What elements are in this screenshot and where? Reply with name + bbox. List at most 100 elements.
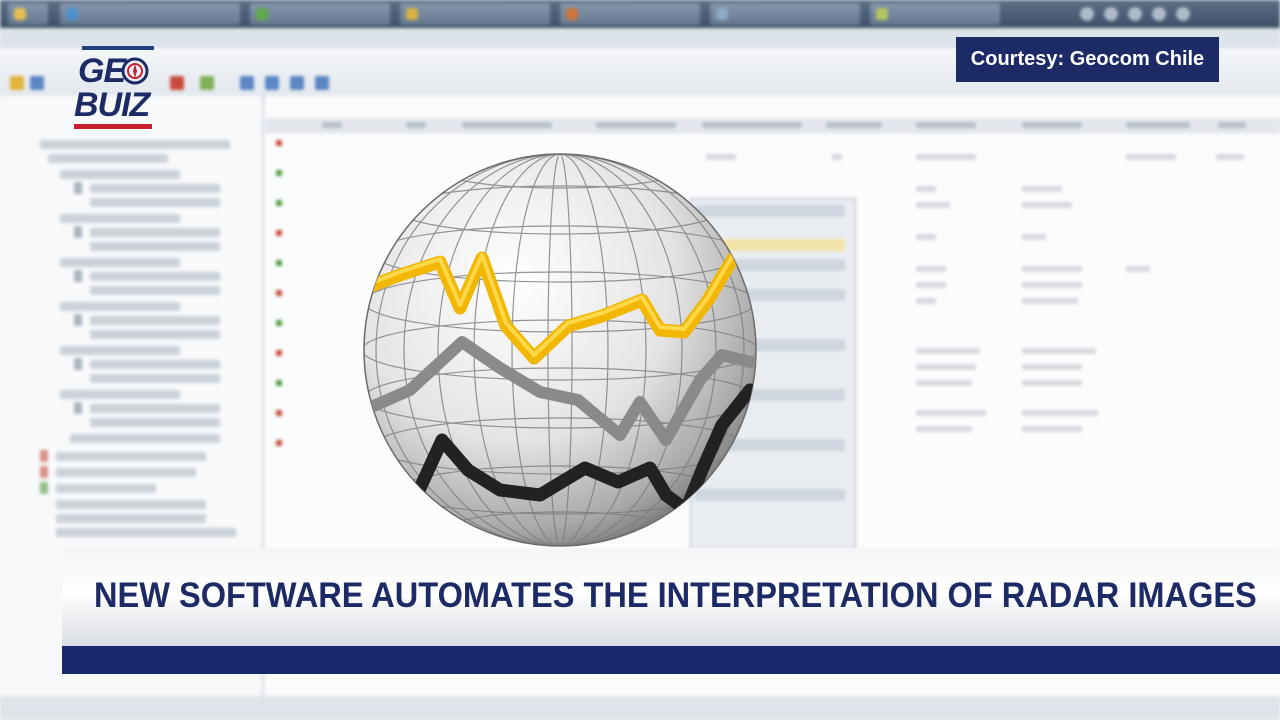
table-cell [1022,266,1082,272]
tree-row [60,258,180,267]
table-col [462,122,552,128]
table-col [596,122,676,128]
table-cell [916,380,972,386]
table-cell [1022,186,1062,192]
headline-banner: NEW SOFTWARE AUTOMATES THE INTERPRETATIO… [62,548,1280,646]
tree-row [90,198,220,207]
table-col [406,122,426,128]
headline-text: NEW SOFTWARE AUTOMATES THE INTERPRETATIO… [94,576,1257,615]
table-cell [916,426,972,432]
taskbar-app-4 [560,3,700,25]
table-col [826,122,882,128]
row-marker [276,170,282,176]
tray-icon [1152,7,1166,21]
courtesy-badge: Courtesy: Geocom Chile [956,37,1219,82]
table-col [1022,122,1082,128]
toolbar-icon [290,76,304,90]
table-col [702,122,802,128]
tree-row [90,418,220,427]
table-header [266,118,1280,133]
tree-row [90,286,220,295]
tree-row [90,360,220,369]
tree-row [56,484,156,493]
table-cell [916,348,980,354]
table-cell [1216,154,1244,160]
tray-icon [1104,7,1118,21]
tree-row [56,468,196,477]
tree-row [90,316,220,325]
row-marker [276,440,282,446]
taskbar-app-1 [60,3,240,25]
tree-row [90,374,220,383]
tree-row [40,140,230,149]
toolbar-icon [30,76,44,90]
taskbar-app-2 [250,3,390,25]
table-cell [916,410,986,416]
table-cell [916,266,946,272]
table-cell [1022,282,1082,288]
courtesy-text: Courtesy: Geocom Chile [970,48,1205,70]
tree-icon [40,466,48,478]
table-cell [916,364,976,370]
table-col [1126,122,1190,128]
tree-row [90,184,220,193]
tree-row [90,404,220,413]
tree-row [90,228,220,237]
tree-row [56,500,206,509]
table-cell [1022,364,1082,370]
tree-row [56,514,206,523]
tree-row [60,214,180,223]
logo-text-geo: GE [78,52,126,90]
row-marker [276,200,282,206]
table-cell [916,298,936,304]
tree-row [56,452,206,461]
tree-row [90,242,220,251]
tree-icon [74,182,82,194]
tray-icon [1176,7,1190,21]
table-cell [1022,410,1098,416]
tree-row [90,272,220,281]
logo-bottom-bar [74,124,152,129]
tree-row [60,390,180,399]
taskbar-app-5 [710,3,860,25]
tree-icon [74,226,82,238]
table-cell [1022,234,1046,240]
table-col [1218,122,1246,128]
row-marker [276,380,282,386]
taskbar-app-3 [400,3,550,25]
table-cell [1022,426,1082,432]
table-cell [916,202,950,208]
row-marker [276,320,282,326]
banner-stripe [62,646,1280,674]
row-marker [276,260,282,266]
globe-chart-icon [350,150,770,550]
tree-row [90,330,220,339]
os-taskbar [0,0,1280,28]
table-cell [1022,348,1096,354]
table-col [322,122,342,128]
app-statusbar [0,696,1280,720]
tree-row [60,170,180,179]
tree-row [56,528,236,537]
table-cell [1022,202,1072,208]
tree-row [60,302,180,311]
table-cell [832,154,842,160]
row-marker [276,290,282,296]
tree-icon [40,482,48,494]
compass-icon [120,56,150,86]
tree-icon [74,314,82,326]
tree-row [70,434,220,443]
toolbar-icon [265,76,279,90]
tray-icon [1080,7,1094,21]
toolbar-icon [10,76,24,90]
table-cell [1022,380,1082,386]
table-cell [916,186,936,192]
table-cell [916,282,946,288]
logo-text-buiz: BUIZ [74,86,150,124]
toolbar-icon [240,76,254,90]
row-marker [276,140,282,146]
table-cell [1126,154,1176,160]
table-cell [916,154,976,160]
toolbar-icon [170,76,184,90]
tree-icon [40,450,48,462]
